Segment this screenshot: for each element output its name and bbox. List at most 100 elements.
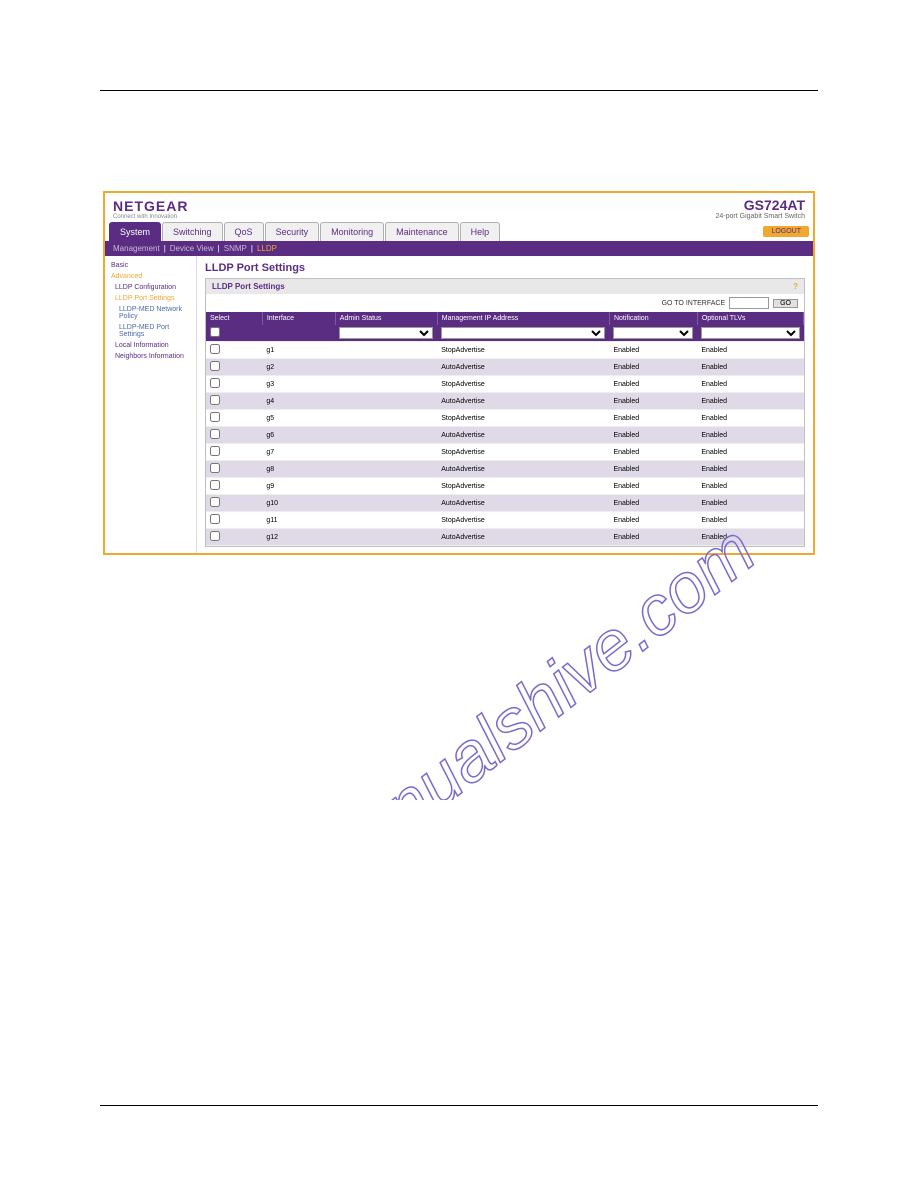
tab-monitoring[interactable]: Monitoring [320,222,384,241]
cell-notification: Enabled [609,376,697,393]
cell-admin-status [335,393,437,410]
row-checkbox[interactable] [210,429,220,439]
cell-tlvs: Enabled [697,495,803,512]
tab-security[interactable]: Security [265,222,320,241]
cell-admin-status [335,495,437,512]
cell-interface: g3 [262,376,335,393]
cell-interface: g10 [262,495,335,512]
filter-row [206,325,804,342]
sidebar-lldp-port[interactable]: LLDP Port Settings [107,293,194,304]
filter-notification[interactable] [613,327,693,339]
cell-tlvs: Enabled [697,461,803,478]
col-optional-tlvs: Optional TLVs [697,312,803,325]
cell-tlvs: Enabled [697,529,803,546]
table-row: g5StopAdvertiseEnabledEnabled [206,410,804,427]
cell-interface: g8 [262,461,335,478]
cell-interface: g11 [262,512,335,529]
main-panel: LLDP Port Settings LLDP Port Settings ? … [197,256,813,553]
subtab-snmp[interactable]: SNMP [224,244,247,253]
tab-row: System Switching QoS Security Monitoring… [105,222,813,241]
help-icon[interactable]: ? [793,282,798,291]
sidebar-lldp-config[interactable]: LLDP Configuration [107,282,194,293]
row-checkbox[interactable] [210,463,220,473]
subtab-device-view[interactable]: Device View [170,244,214,253]
subtab-sep: | [251,244,253,253]
go-button[interactable]: GO [773,299,798,308]
filter-admin-status[interactable] [339,327,433,339]
model-number: GS724AT [716,197,805,213]
cell-notification: Enabled [609,427,697,444]
subtab-sep: | [164,244,166,253]
cell-admin-status [335,444,437,461]
cell-notification: Enabled [609,359,697,376]
cell-interface: g4 [262,393,335,410]
cell-notification: Enabled [609,410,697,427]
tab-maintenance[interactable]: Maintenance [385,222,459,241]
row-checkbox[interactable] [210,395,220,405]
model-info: GS724AT 24-port Gigabit Smart Switch [716,197,805,220]
cell-tlvs: Enabled [697,427,803,444]
cell-mgmt-ip: StopAdvertise [437,342,609,359]
cell-admin-status [335,512,437,529]
row-checkbox[interactable] [210,514,220,524]
sidebar-local-info[interactable]: Local Information [107,340,194,351]
panel-header: LLDP Port Settings ? [206,279,804,294]
table-header-row: Select Interface Admin Status Management… [206,312,804,325]
cell-notification: Enabled [609,478,697,495]
sidebar-basic[interactable]: Basic [107,260,194,271]
panel-header-text: LLDP Port Settings [212,282,285,291]
sidebar-neighbors[interactable]: Neighbors Information [107,351,194,362]
cell-mgmt-ip: AutoAdvertise [437,359,609,376]
cell-tlvs: Enabled [697,478,803,495]
subtab-management[interactable]: Management [113,244,160,253]
tab-qos[interactable]: QoS [224,222,264,241]
subtab-sep: | [218,244,220,253]
sidebar-advanced[interactable]: Advanced [107,271,194,282]
row-checkbox[interactable] [210,531,220,541]
row-checkbox[interactable] [210,412,220,422]
header-bar: NETGEAR Connect with Innovation GS724AT … [105,193,813,222]
table-row: g7StopAdvertiseEnabledEnabled [206,444,804,461]
filter-mgmt-ip[interactable] [441,327,605,339]
cell-mgmt-ip: AutoAdvertise [437,529,609,546]
filter-tlvs[interactable] [701,327,799,339]
cell-notification: Enabled [609,512,697,529]
table-row: g4AutoAdvertiseEnabledEnabled [206,393,804,410]
cell-notification: Enabled [609,444,697,461]
table-row: g12AutoAdvertiseEnabledEnabled [206,529,804,546]
select-all-checkbox[interactable] [210,327,220,337]
cell-interface: g12 [262,529,335,546]
cell-admin-status [335,529,437,546]
cell-admin-status [335,478,437,495]
screenshot-frame: NETGEAR Connect with Innovation GS724AT … [103,191,815,555]
logout-button[interactable]: LOGOUT [763,226,809,237]
goto-input[interactable] [729,297,769,309]
cell-admin-status [335,410,437,427]
cell-admin-status [335,461,437,478]
cell-notification: Enabled [609,495,697,512]
sidebar-lldp-med-policy[interactable]: LLDP-MED Network Policy [107,304,194,322]
tab-switching[interactable]: Switching [162,222,223,241]
row-checkbox[interactable] [210,480,220,490]
table-row: g1StopAdvertiseEnabledEnabled [206,342,804,359]
tab-help[interactable]: Help [460,222,501,241]
sidebar-lldp-med-port[interactable]: LLDP-MED Port Settings [107,322,194,340]
cell-mgmt-ip: StopAdvertise [437,478,609,495]
row-checkbox[interactable] [210,446,220,456]
col-interface: Interface [262,312,335,325]
model-desc: 24-port Gigabit Smart Switch [716,213,805,220]
row-checkbox[interactable] [210,378,220,388]
cell-mgmt-ip: AutoAdvertise [437,461,609,478]
cell-admin-status [335,342,437,359]
subtab-lldp[interactable]: LLDP [257,244,277,253]
row-checkbox[interactable] [210,497,220,507]
tab-system[interactable]: System [109,222,161,241]
panel-box: LLDP Port Settings ? GO TO INTERFACE GO … [205,278,805,547]
cell-notification: Enabled [609,529,697,546]
cell-tlvs: Enabled [697,410,803,427]
col-select: Select [206,312,262,325]
cell-notification: Enabled [609,393,697,410]
cell-admin-status [335,359,437,376]
row-checkbox[interactable] [210,361,220,371]
row-checkbox[interactable] [210,344,220,354]
